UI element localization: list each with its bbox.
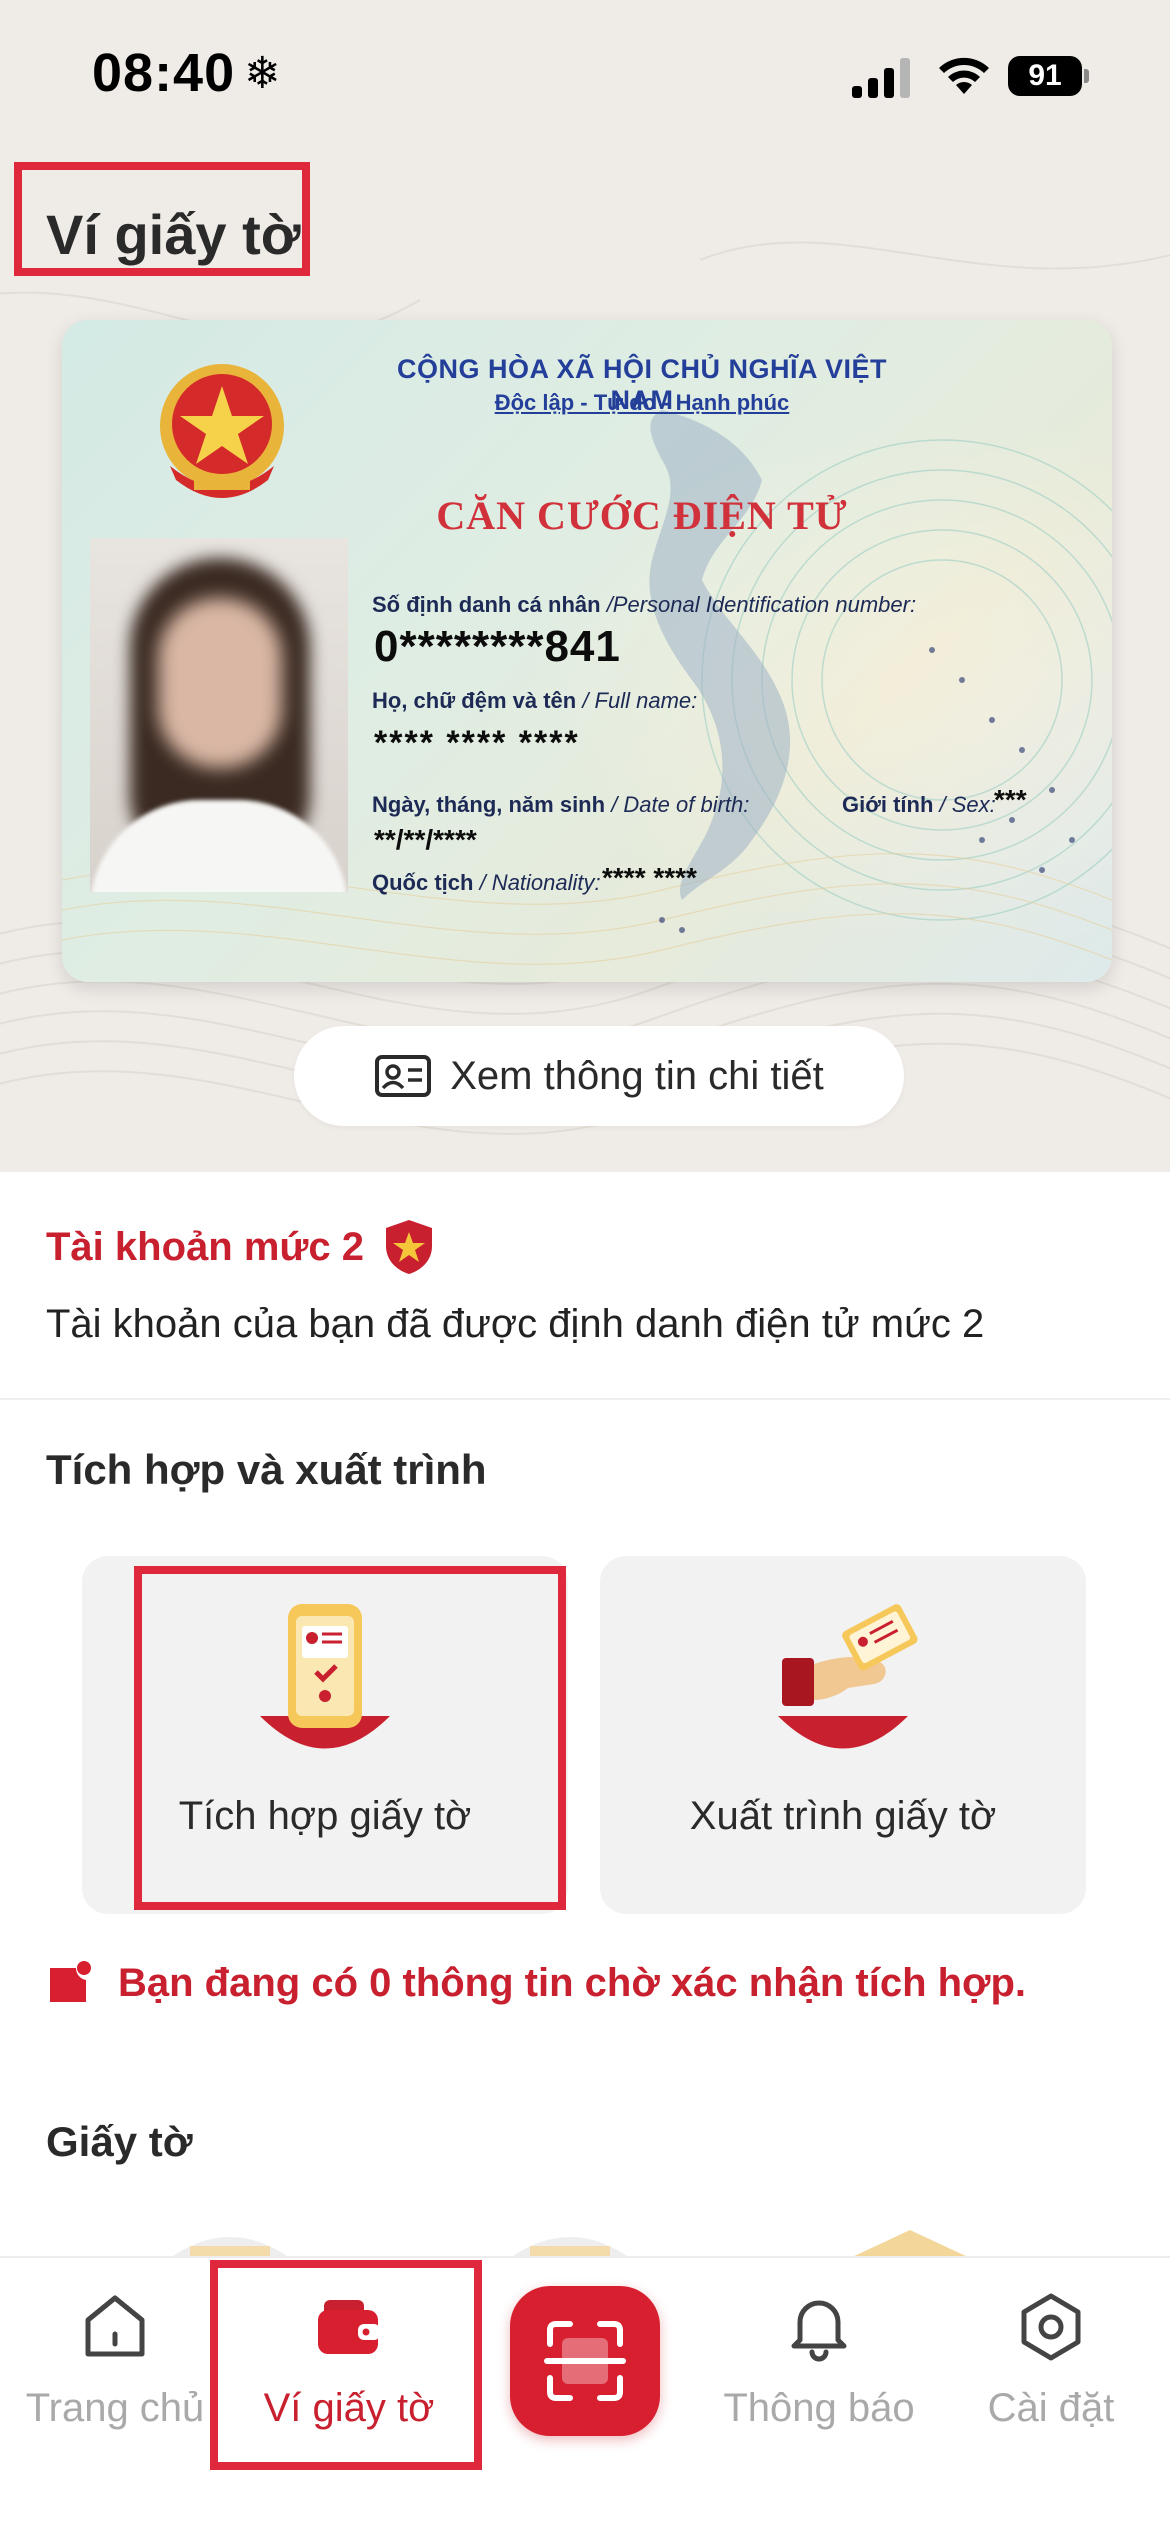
dob-label-vi: Ngày, tháng, năm sinh — [372, 792, 606, 817]
account-level-title: Tài khoản mức 2 — [46, 1218, 436, 1276]
view-details-label: Xem thông tin chi tiết — [450, 1053, 824, 1098]
account-level-description: Tài khoản của bạn đã được định danh điện… — [46, 1302, 985, 1346]
dob-value: **/**/**** — [374, 824, 477, 855]
full-name-label-en: / Full name: — [582, 688, 698, 713]
id-number-label: Số định danh cá nhân /Personal Identific… — [372, 592, 916, 618]
status-bar: 08:40 ❄ 91 — [0, 0, 1170, 150]
snowflake-icon: ❄ — [244, 49, 281, 98]
cellular-signal-icon — [852, 58, 910, 98]
integration-section-title: Tích hợp và xuất trình — [46, 1446, 487, 1493]
battery-indicator: 91 — [1008, 56, 1089, 100]
sex-value: *** — [994, 784, 1027, 815]
sex-label-en: / Sex: — [939, 792, 996, 817]
documents-section-title: Giấy tờ — [46, 2118, 193, 2165]
full-name-label: Họ, chữ đệm và tên / Full name: — [372, 688, 697, 714]
status-time: 08:40 — [92, 43, 236, 103]
portrait-photo — [90, 538, 348, 892]
id-card-icon — [375, 1055, 432, 1097]
hand-card-icon — [778, 1604, 918, 1749]
view-details-button[interactable]: Xem thông tin chi tiết — [294, 1026, 904, 1126]
nav-label-home: Trang chủ — [25, 2386, 205, 2430]
pending-integration-text: Bạn đang có 0 thông tin chờ xác nhận tíc… — [118, 1960, 1027, 2005]
home-icon — [85, 2295, 145, 2357]
bell-icon — [791, 2300, 847, 2362]
citizen-id-card[interactable]: CỘNG HÒA XÃ HỘI CHỦ NGHĨA VIỆT NAM Độc l… — [62, 320, 1112, 982]
photo-face-blurred — [158, 598, 282, 768]
nav-label-settings: Cài đặt — [987, 2386, 1115, 2430]
notice-icon — [50, 1961, 91, 2002]
document-thumbnail-peek — [850, 2230, 970, 2258]
national-emblem-icon — [160, 364, 284, 498]
nationality-label-en: / Nationality: — [479, 870, 601, 895]
settings-icon — [1021, 2293, 1081, 2361]
dob-label: Ngày, tháng, năm sinh / Date of birth: — [372, 792, 749, 818]
nav-item-settings[interactable]: Cài đặt — [946, 2292, 1156, 2462]
nationality-label-vi: Quốc tịch — [372, 870, 474, 895]
nav-item-notifications[interactable]: Thông báo — [714, 2292, 924, 2462]
scan-button[interactable] — [510, 2286, 660, 2436]
shield-star-icon — [385, 1220, 432, 1274]
battery-tip — [1084, 69, 1089, 83]
present-documents-tile[interactable]: Xuất trình giấy tờ — [600, 1556, 1086, 1914]
photo-shirt — [90, 800, 348, 892]
scan-icon — [544, 2321, 626, 2401]
sex-label-vi: Giới tính — [842, 792, 934, 817]
highlight-box-title — [14, 162, 310, 276]
full-name-value: **** **** **** — [374, 724, 580, 762]
sex-label: Giới tính / Sex: — [842, 792, 996, 818]
id-number-label-en: /Personal Identification number: — [606, 592, 917, 617]
nav-label-notifications: Thông báo — [723, 2386, 915, 2430]
wifi-icon — [939, 57, 989, 94]
highlight-box-integrate-tile — [134, 1566, 566, 1910]
full-name-label-vi: Họ, chữ đệm và tên — [372, 688, 577, 713]
dob-label-en: / Date of birth: — [611, 792, 750, 817]
document-thumbnail-peek — [510, 2237, 630, 2258]
id-number-label-vi: Số định danh cá nhân — [372, 592, 601, 617]
id-number-value: 0********841 — [374, 622, 621, 671]
section-divider — [0, 1398, 1170, 1400]
account-level-text: Tài khoản mức 2 — [46, 1224, 364, 1269]
pending-integration-notice[interactable]: Bạn đang có 0 thông tin chờ xác nhận tíc… — [46, 1960, 1026, 2006]
highlight-box-wallet-tab — [210, 2260, 482, 2470]
card-header-motto: Độc lập - Tự do - Hạnh phúc — [494, 390, 790, 415]
nav-item-home[interactable]: Trang chủ — [10, 2292, 220, 2462]
present-documents-label: Xuất trình giấy tờ — [689, 1794, 997, 1838]
nationality-label: Quốc tịch / Nationality: — [372, 870, 601, 896]
battery-level: 91 — [1008, 56, 1082, 96]
card-title: CĂN CƯỚC ĐIỆN TỬ — [436, 493, 848, 538]
document-thumbnail-peek — [170, 2237, 290, 2258]
nationality-value: **** **** — [602, 862, 697, 893]
